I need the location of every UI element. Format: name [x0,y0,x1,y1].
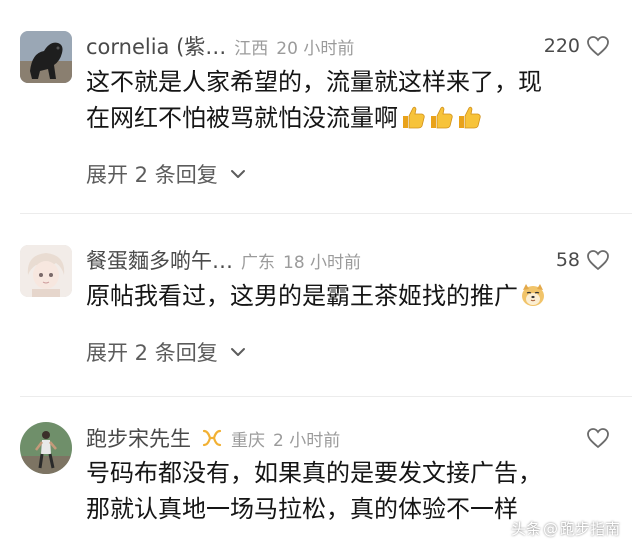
like-button[interactable] [580,423,610,453]
watermark: 头条 @ 跑步指南 [511,518,620,539]
timestamp: 2 小时前 [273,430,341,451]
avatar-runner-image [20,422,72,474]
comment-header: 跑步宋先生 重庆 2 小时前 [86,423,606,453]
avatar[interactable] [20,422,72,474]
heart-icon [587,428,609,449]
location-label: 重庆 [231,430,265,451]
watermark-prefix: 头条 [510,520,541,538]
runner-badge-icon [202,429,222,447]
watermark-account: 跑步指南 [559,520,620,538]
comment-text-line: 号码布都没有，如果真的是要发文接广告， [86,459,542,487]
watermark-at: @ [542,519,558,538]
comment-list: cornelia (紫… 江西 20 小时前 220 这不就是人家希望的，流量就… [0,0,632,553]
comment-text: 号码布都没有，如果真的是要发文接广告， 那就认真地一场马拉松，真的体验不一样 [86,455,606,527]
comment-item: 跑步宋先生 重庆 2 小时前 号码布都没有，如果真的是要发文接广告， 那就认真地… [0,0,632,553]
username[interactable]: 跑步宋先生 [86,423,191,453]
